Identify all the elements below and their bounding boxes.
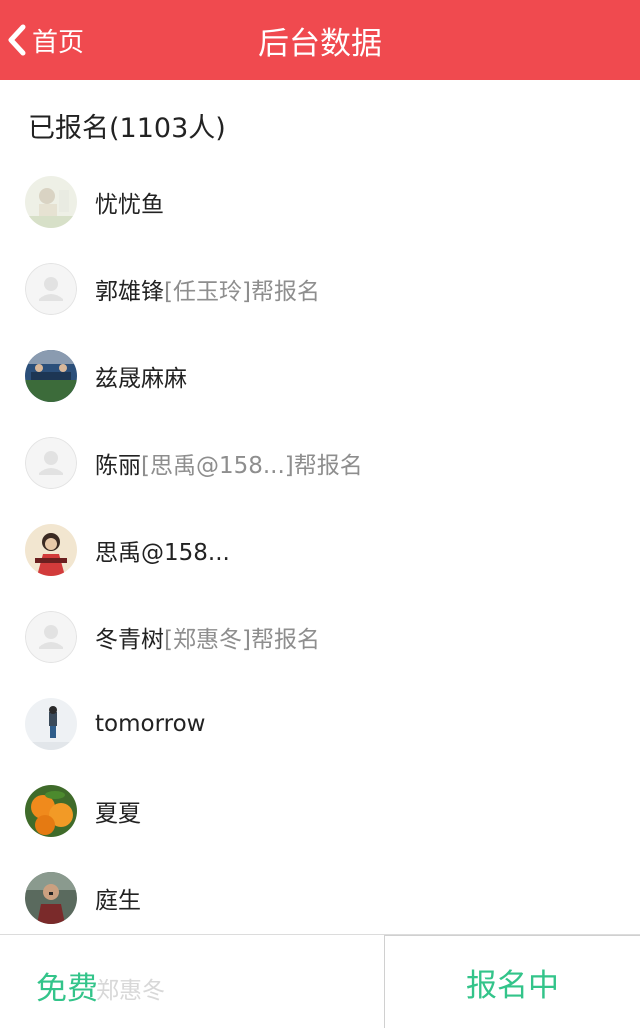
default-user-icon (25, 262, 77, 315)
photo-avatar-icon (25, 871, 77, 924)
avatar (25, 175, 77, 228)
page-title: 后台数据 (258, 25, 382, 62)
list-item[interactable]: 忧忧鱼 (0, 158, 640, 245)
avatar (25, 523, 77, 576)
avatar (25, 610, 77, 663)
registrant-name: 忧忧鱼 (95, 191, 164, 218)
list-item[interactable]: 陈丽[思禹@158...]帮报名 (0, 419, 640, 506)
helper-note: [任玉玲]帮报名 (164, 278, 320, 305)
default-user-icon (25, 610, 77, 663)
list-item[interactable]: 郭雄锋[任玉玲]帮报名 (0, 245, 640, 332)
top-nav-bar: 首页 后台数据 (0, 0, 640, 80)
registrant-list: 忧忧鱼 郭雄锋[任玉玲]帮报名 兹晟麻麻 陈丽[思禹@158...]帮报名 思禹… (0, 158, 640, 941)
default-user-icon (25, 436, 77, 489)
avatar (25, 697, 77, 750)
price-label: 免费 (36, 971, 98, 1007)
registrant-name: 思禹@158... (95, 539, 230, 566)
avatar (25, 784, 77, 837)
list-item[interactable]: tomorrow (0, 680, 640, 767)
oranges-photo-icon (25, 784, 77, 837)
list-item[interactable]: 庭生 (0, 854, 640, 941)
registrant-name: 庭生 (95, 887, 141, 914)
registrant-name: tomorrow (95, 710, 206, 737)
list-item[interactable]: 思禹@158... (0, 506, 640, 593)
photo-avatar-icon (25, 349, 77, 402)
list-item[interactable]: 夏夏 (0, 767, 640, 854)
avatar (25, 262, 77, 315)
registrant-name: 陈丽 (95, 452, 141, 479)
photo-avatar-icon (25, 697, 77, 750)
list-item[interactable]: 冬青树[郑惠冬]帮报名 (0, 593, 640, 680)
bottom-action-bar: 郑惠冬 免费 报名中 (0, 934, 640, 1028)
list-item[interactable]: 兹晟麻麻 (0, 332, 640, 419)
photo-avatar-icon (25, 523, 77, 576)
avatar (25, 349, 77, 402)
registration-status-button[interactable]: 报名中 (384, 935, 640, 1028)
avatar (25, 436, 77, 489)
registrant-name: 冬青树 (95, 626, 164, 653)
registrant-name: 兹晟麻麻 (95, 365, 187, 392)
avatar (25, 871, 77, 924)
registrant-name: 夏夏 (95, 800, 141, 827)
registered-count-heading: 已报名(1103人) (28, 113, 226, 144)
helper-note: [郑惠冬]帮报名 (164, 626, 320, 653)
registrant-name: 郭雄锋 (95, 278, 164, 305)
photo-avatar-icon (25, 175, 77, 228)
obscured-registrant-name: 郑惠冬 (96, 978, 165, 1004)
helper-note: [思禹@158...]帮报名 (141, 452, 363, 479)
